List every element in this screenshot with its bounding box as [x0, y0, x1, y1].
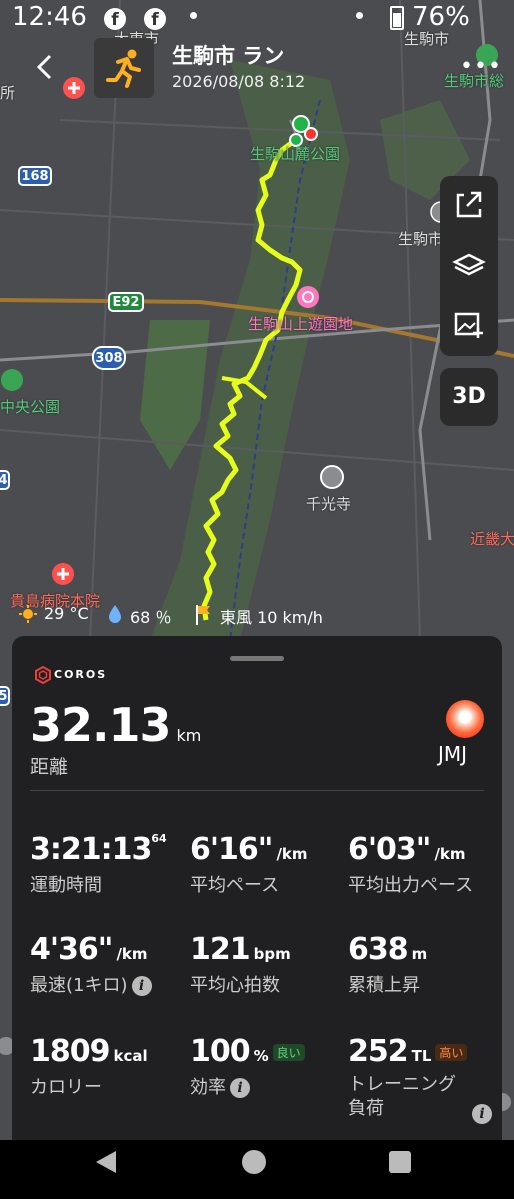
stat-value: 252: [348, 1034, 409, 1069]
stat-label: カロリー: [30, 1077, 102, 1098]
stat-unit: m: [411, 945, 428, 963]
stat-best-km: 4'36"/km 最速(1キロ) i: [30, 932, 152, 997]
stat-label: 累積上昇: [348, 975, 420, 996]
stat-label: 平均出力ペース: [348, 875, 474, 896]
stat-label: 効率: [190, 1077, 226, 1098]
notification-dot-icon: [356, 12, 363, 19]
3d-view-button[interactable]: 3D: [440, 368, 498, 426]
map-label-kintetsu: 近畿大: [470, 530, 514, 548]
stat-label: 平均ペース: [190, 875, 280, 896]
activity-datetime: 2026/08/08 8:12: [172, 72, 306, 91]
battery-percent: 76%: [412, 2, 470, 32]
activity-type-icon: [94, 38, 154, 98]
sun-icon: [18, 604, 38, 628]
status-badge: 高い: [435, 1044, 468, 1061]
stat-training-load: 252 TL 高い トレーニング負荷: [348, 1034, 468, 1121]
distance-unit: km: [176, 726, 202, 745]
status-badge: 良い: [272, 1044, 305, 1061]
add-photo-button[interactable]: [440, 296, 498, 354]
share-button[interactable]: [440, 176, 498, 234]
battery-icon: [390, 6, 404, 30]
info-icon[interactable]: i: [472, 1104, 492, 1124]
runner-icon: [106, 49, 141, 88]
status-bar: 12:46 f f 76%: [0, 0, 514, 36]
temperature: 29 °C: [44, 604, 89, 623]
stat-value: 100: [190, 1034, 251, 1069]
add-photo-icon: [454, 312, 483, 338]
stat-label: 運動時間: [30, 875, 102, 896]
stat-unit: %: [253, 1047, 269, 1065]
stat-label: 最速(1キロ): [30, 975, 128, 996]
activity-title: 生駒市 ラン: [172, 44, 285, 68]
map-label-amusement: 生駒山上遊園地: [248, 315, 354, 333]
stat-label: トレーニング負荷: [348, 1074, 456, 1119]
activity-summary-card[interactable]: COROS 32.13 km 距離 JMJ 3:21:1364 運動時間 6'16…: [12, 636, 502, 1140]
info-icon[interactable]: i: [131, 976, 152, 996]
stat-value: 4'36": [30, 932, 113, 967]
humidity-icon: [106, 604, 124, 628]
stat-avg-power-pace: 6'03"/km 平均出力ペース: [348, 832, 473, 897]
route-shield-168: 168: [18, 166, 52, 186]
stat-value: 6'16": [190, 832, 273, 867]
stat-unit: bpm: [253, 945, 291, 963]
stat-label: 平均心拍数: [190, 975, 280, 996]
username: JMJ: [438, 742, 468, 766]
back-button[interactable]: [30, 50, 60, 84]
nav-recents-icon[interactable]: [389, 1151, 411, 1173]
stat-value: 121: [190, 932, 251, 967]
map-label-central-park: 中央公園: [0, 398, 61, 416]
share-icon: [456, 191, 482, 218]
stat-efficiency: 100% 良い 効率 i: [190, 1034, 305, 1099]
stat-value: 1809: [30, 1034, 110, 1069]
coros-logo-icon: [35, 666, 51, 684]
stat-unit: kcal: [113, 1047, 148, 1065]
facebook-icon: f: [144, 8, 166, 30]
nav-back-icon[interactable]: [96, 1151, 116, 1173]
drag-handle[interactable]: [230, 656, 284, 661]
route-shield-4: 4: [0, 470, 10, 490]
stat-ascent: 638 m 累積上昇: [348, 932, 427, 997]
stat-unit: /km: [434, 845, 466, 863]
stat-value: 6'03": [348, 832, 431, 867]
stat-unit: /km: [116, 945, 148, 963]
route-shield-5: 5: [0, 686, 10, 706]
stat-unit: /km: [276, 845, 308, 863]
stat-avg-pace: 6'16"/km 平均ペース: [190, 832, 308, 897]
distance-number: 32.13: [30, 698, 172, 752]
stat-unit: TL: [411, 1047, 432, 1065]
route-shield-308: 308: [92, 346, 126, 370]
notification-dot-icon: [190, 12, 197, 19]
stat-value: 638: [348, 932, 409, 967]
coros-wordmark: COROS: [54, 668, 108, 681]
stat-calories: 1809 kcal カロリー: [30, 1034, 148, 1099]
info-icon[interactable]: i: [230, 1078, 250, 1098]
avatar[interactable]: [446, 700, 484, 738]
distance-label: 距離: [30, 756, 69, 778]
nav-home-icon[interactable]: [242, 1150, 266, 1174]
map-tools-panel: [440, 176, 498, 356]
distance-value: 32.13 km: [30, 698, 201, 752]
more-menu-button[interactable]: •••: [460, 54, 502, 79]
map-label-left-top: 所: [0, 84, 16, 102]
stat-value: 3:21:13: [30, 832, 152, 867]
layers-icon: [452, 253, 486, 276]
facebook-icon: f: [104, 8, 126, 30]
chevron-left-icon: [36, 54, 52, 80]
humidity: 68 ％: [130, 608, 172, 627]
layers-button[interactable]: [440, 236, 498, 294]
wind: 東風 10 km/h: [220, 608, 323, 627]
divider: [30, 790, 484, 791]
stat-moving-time: 3:21:1364 運動時間: [30, 832, 167, 897]
wind-icon: [194, 604, 214, 630]
map-label-park: 生駒山麓公園: [250, 145, 341, 163]
system-nav-bar: [0, 1140, 514, 1199]
map-label-senkoji: 千光寺: [306, 495, 352, 513]
route-shield-e92: E92: [108, 292, 144, 312]
stat-avg-hr: 121 bpm 平均心拍数: [190, 932, 291, 997]
status-time: 12:46: [12, 2, 87, 32]
stat-sup: 64: [151, 832, 167, 845]
